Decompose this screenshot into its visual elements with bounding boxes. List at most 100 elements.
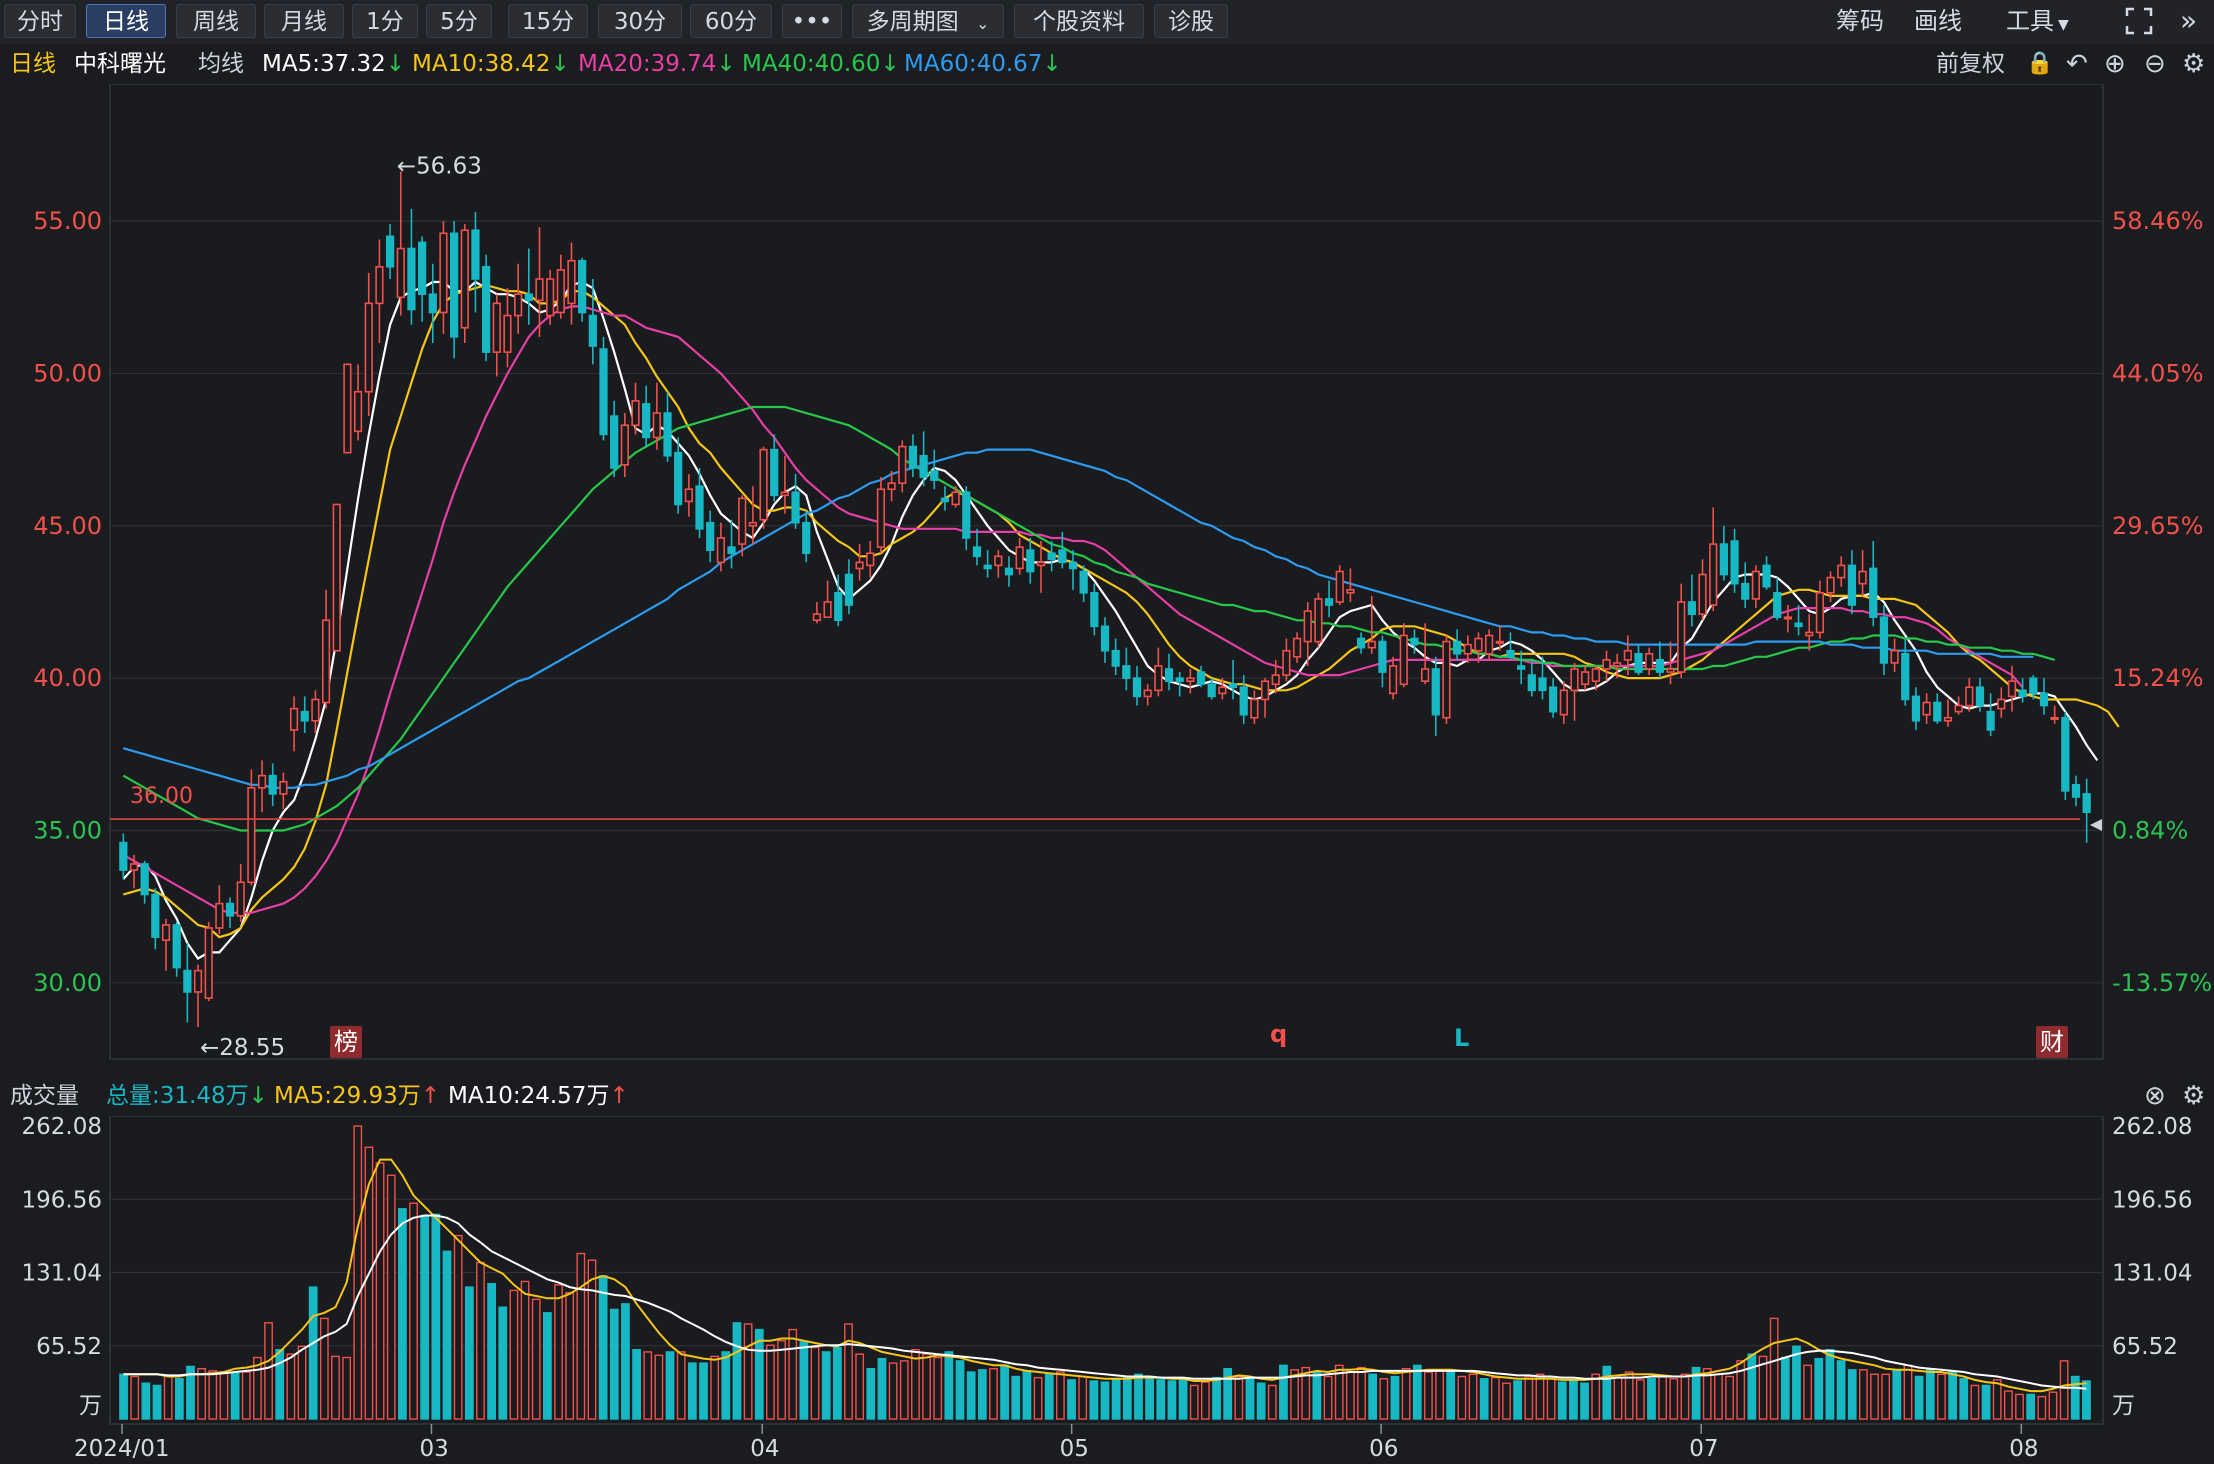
candle-body — [1442, 640, 1451, 719]
multi-period-dropdown[interactable]: 多周期图 ⌄ — [852, 4, 1004, 38]
ma10-value: MA10:38.42↓ — [412, 51, 570, 77]
period-toolbar: 分时 日线 周线 月线 1分 5分 15分 30分 60分 ••• 多周期图 ⌄… — [0, 0, 2214, 45]
candle-body — [439, 232, 448, 314]
candle-body — [1527, 674, 1536, 692]
volume-bar — [1424, 1371, 1433, 1420]
cai-marker[interactable]: 财 — [2036, 1026, 2068, 1058]
candle-body — [1068, 561, 1078, 570]
candle-body — [1399, 634, 1408, 686]
candle-body — [1666, 668, 1675, 673]
tab-30min[interactable]: 30分 — [598, 4, 682, 38]
candle-body — [1303, 610, 1312, 643]
tab-fenshi[interactable]: 分时 — [4, 4, 76, 38]
lock-icon[interactable]: 🔒 — [2026, 44, 2053, 84]
candle-body — [610, 415, 619, 469]
tab-zhouxian[interactable]: 周线 — [176, 4, 256, 38]
candle-body — [738, 497, 747, 545]
fullscreen-icon[interactable] — [2124, 4, 2154, 38]
volume-bar — [877, 1357, 887, 1420]
volume-tick-left: 万 — [79, 1393, 102, 1419]
volume-bar — [1256, 1382, 1266, 1420]
price-tick-left: 40.00 — [33, 664, 102, 692]
price-chart[interactable]: 55.00 58.46% 50.00 44.05% 45.00 29.65% 40.00 15… — [0, 84, 2214, 1076]
volume-bar — [788, 1328, 798, 1420]
draw-line-button[interactable]: 画线 — [1914, 4, 1962, 38]
candle-body — [578, 259, 587, 314]
volume-bar — [955, 1360, 965, 1420]
candle-body — [620, 424, 629, 466]
chevron-down-icon: ⌄ — [975, 14, 990, 33]
candle-body — [951, 491, 960, 506]
candle — [1335, 565, 1344, 606]
candle-body — [706, 521, 715, 551]
candle-body — [642, 403, 651, 439]
candle-body — [1698, 573, 1707, 615]
tab-15min[interactable]: 15分 — [508, 4, 588, 38]
diagnose-button[interactable]: 诊股 — [1154, 4, 1228, 38]
volume-bar — [386, 1174, 396, 1420]
volume-bar — [799, 1341, 809, 1420]
volume-bar — [1078, 1375, 1088, 1420]
tab-1min[interactable]: 1分 — [352, 4, 418, 38]
l-marker[interactable]: L — [1450, 1022, 1473, 1054]
volume-settings-icon[interactable]: ⚙ — [2182, 1076, 2205, 1116]
tools-dropdown[interactable]: 工具 ▼ — [2006, 4, 2069, 38]
ma40-value: MA40:40.60↓ — [742, 51, 900, 77]
zoom-out-icon[interactable]: ⊖ — [2144, 44, 2166, 84]
avg-line-label[interactable]: 均线 — [198, 44, 244, 84]
volume-chart[interactable]: 262.08 262.08 196.56 196.56 131.04 131.04 65.5… — [0, 1116, 2214, 1464]
double-chevron-right-icon[interactable]: » — [2180, 4, 2197, 38]
adjust-label[interactable]: 前复权 — [1936, 44, 2005, 84]
volume-bar — [1870, 1373, 1879, 1420]
candle-body — [652, 412, 661, 439]
volume-bar — [297, 1345, 307, 1420]
settings-icon[interactable]: ⚙ — [2182, 44, 2205, 84]
volume-bar — [1390, 1375, 1400, 1420]
candle-body — [428, 293, 437, 314]
volume-bar — [1379, 1378, 1389, 1420]
tab-rixian[interactable]: 日线 — [86, 4, 166, 38]
q-marker[interactable]: q — [1266, 1018, 1291, 1050]
volume-bar — [1602, 1365, 1612, 1420]
candle-body — [2029, 677, 2038, 695]
tab-60min[interactable]: 60分 — [690, 4, 772, 38]
volume-bar — [1033, 1376, 1043, 1420]
volume-bar — [855, 1353, 865, 1420]
tab-5min[interactable]: 5分 — [426, 4, 492, 38]
period-label: 日线 — [10, 51, 56, 77]
volume-bar — [1044, 1373, 1054, 1420]
volume-bar — [1345, 1371, 1355, 1420]
chip-button[interactable]: 筹码 — [1836, 4, 1884, 38]
candle-body — [1228, 683, 1238, 689]
volume-bar — [152, 1384, 162, 1420]
tab-yuexian[interactable]: 月线 — [264, 4, 344, 38]
volume-bar — [1780, 1356, 1790, 1420]
volume-bar — [319, 1317, 329, 1420]
volume-bar — [1925, 1367, 1935, 1420]
more-periods-button[interactable]: ••• — [782, 4, 842, 38]
candle-body — [1036, 561, 1046, 567]
candle-body — [695, 485, 704, 530]
candle-body — [129, 863, 139, 871]
candle-body — [1922, 701, 1931, 716]
volume-bar — [687, 1362, 697, 1420]
x-tick-label: 05 — [1060, 1436, 1089, 1462]
candle-body — [172, 924, 181, 969]
candle-body — [279, 780, 288, 795]
candle-body — [1122, 665, 1131, 679]
candle-body — [268, 774, 277, 795]
candle-body — [1847, 564, 1857, 606]
candle-body — [972, 546, 982, 558]
undo-icon[interactable]: ↶ — [2066, 44, 2088, 84]
close-panel-icon[interactable]: ⊗ — [2144, 1076, 2166, 1116]
zoom-in-icon[interactable]: ⊕ — [2104, 44, 2126, 84]
volume-bar — [1312, 1371, 1322, 1420]
candle-body — [2007, 680, 2017, 698]
bang-marker[interactable]: 榜 — [330, 1026, 362, 1058]
candle-body — [1997, 698, 2006, 710]
volume-bar — [933, 1356, 943, 1420]
volume-bar — [1435, 1369, 1444, 1420]
candle-body — [1378, 640, 1387, 673]
stock-info-button[interactable]: 个股资料 — [1014, 4, 1144, 38]
volume-bar — [2015, 1393, 2024, 1420]
